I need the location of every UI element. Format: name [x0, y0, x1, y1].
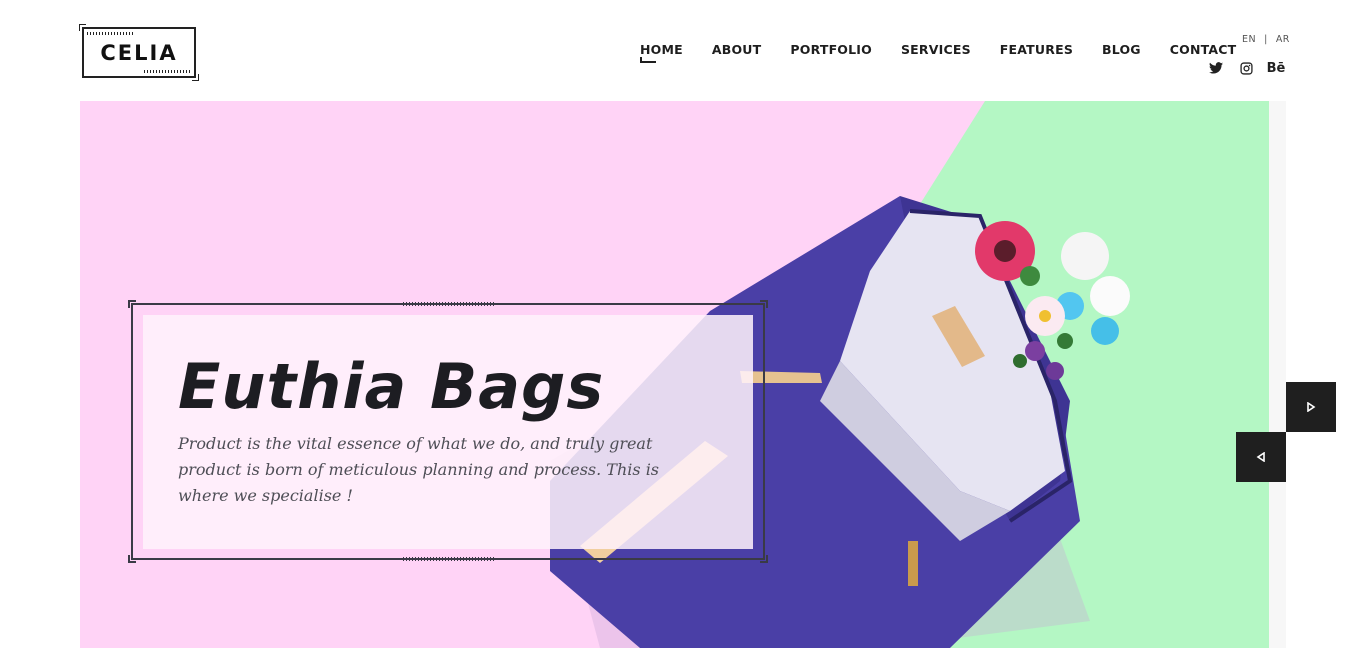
nav-item-portfolio[interactable]: PORTFOLIO — [790, 42, 872, 57]
language-switcher: EN | AR — [1242, 34, 1290, 45]
nav-item-blog[interactable]: BLOG — [1102, 42, 1141, 57]
nav-item-about[interactable]: ABOUT — [712, 42, 762, 57]
slider-prev-button[interactable] — [1236, 432, 1286, 482]
nav-item-services[interactable]: SERVICES — [901, 42, 971, 57]
hero-edge — [1269, 101, 1286, 648]
play-left-icon — [1256, 452, 1265, 462]
play-right-icon — [1307, 402, 1316, 412]
lang-separator: | — [1264, 34, 1268, 45]
nav-item-home[interactable]: HOME — [640, 42, 683, 63]
logo-decoration — [144, 70, 191, 73]
main-nav: HOME ABOUT PORTFOLIO SERVICES FEATURES B… — [640, 42, 1265, 63]
slider-next-button[interactable] — [1286, 382, 1336, 432]
lang-ar[interactable]: AR — [1276, 34, 1290, 45]
nav-item-contact[interactable]: CONTACT — [1170, 42, 1237, 57]
twitter-icon[interactable] — [1208, 60, 1224, 76]
logo-text: CELIA — [100, 40, 178, 65]
social-links: Bē — [1208, 60, 1286, 76]
nav-item-features[interactable]: FEATURES — [1000, 42, 1073, 57]
hero-title: Euthia Bags — [178, 350, 605, 423]
logo-decoration — [87, 32, 134, 35]
instagram-icon[interactable] — [1238, 60, 1254, 76]
lang-en[interactable]: EN — [1242, 34, 1256, 45]
behance-icon[interactable]: Bē — [1267, 60, 1286, 76]
hero-description: Product is the vital essence of what we … — [178, 434, 660, 505]
site-logo[interactable]: CELIA — [79, 24, 199, 81]
